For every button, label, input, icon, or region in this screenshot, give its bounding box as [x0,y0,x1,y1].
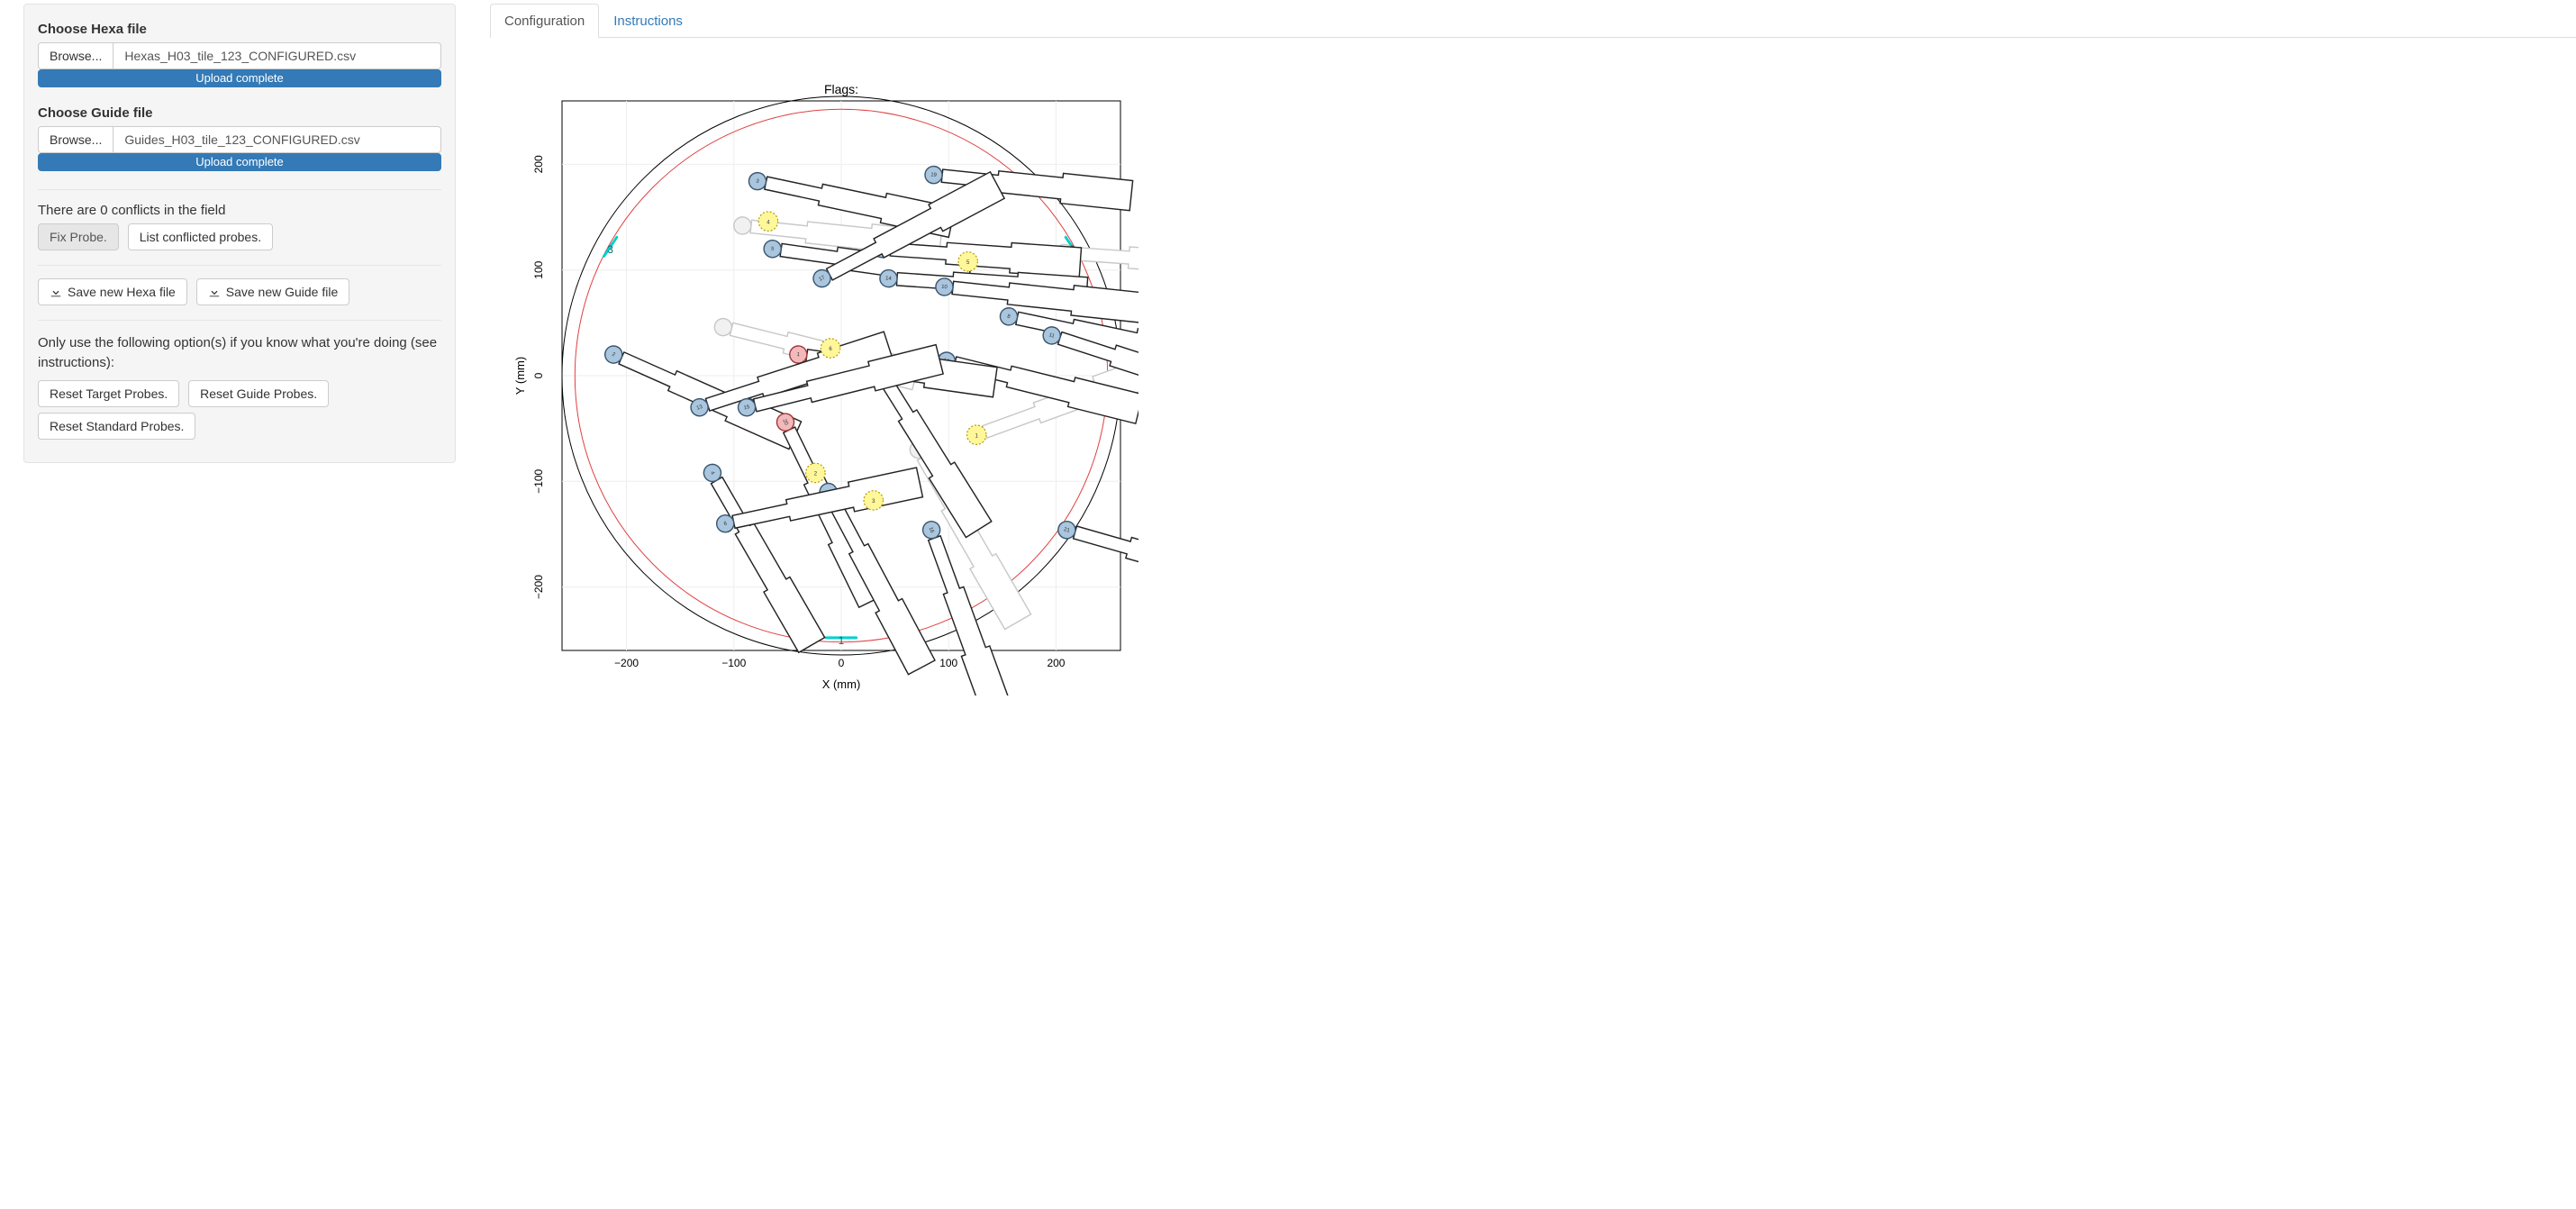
hexa-file-label: Choose Hexa file [38,22,441,37]
svg-text:−100: −100 [532,468,545,493]
svg-text:0: 0 [839,657,845,669]
svg-text:−200: −200 [614,657,639,669]
svg-text:X (mm): X (mm) [822,677,861,691]
save-hexa-button[interactable]: Save new Hexa file [38,278,187,305]
hexa-filename: Hexas_H03_tile_123_CONFIGURED.csv [113,42,441,69]
reset-standard-button[interactable]: Reset Standard Probes. [38,413,195,440]
svg-text:−100: −100 [721,657,746,669]
tab-bar: Configuration Instructions [490,4,2576,38]
hexa-progress: Upload complete [38,69,441,87]
svg-text:0: 0 [532,372,545,378]
hexa-progress-text: Upload complete [38,69,441,87]
svg-text:14: 14 [885,276,893,281]
guide-file-label: Choose Guide file [38,105,441,121]
save-hexa-label: Save new Hexa file [68,285,176,299]
svg-text:200: 200 [1047,657,1065,669]
list-conflicted-button[interactable]: List conflicted probes. [128,223,273,250]
svg-text:3: 3 [607,243,613,256]
svg-text:200: 200 [532,155,545,173]
save-guide-label: Save new Guide file [226,285,339,299]
guide-browse-button[interactable]: Browse... [38,126,113,153]
reset-guide-button[interactable]: Reset Guide Probes. [188,380,329,407]
hexa-browse-button[interactable]: Browse... [38,42,113,69]
save-guide-button[interactable]: Save new Guide file [196,278,350,305]
svg-text:1: 1 [839,634,845,647]
svg-text:100: 100 [939,657,957,669]
svg-text:−200: −200 [532,575,545,599]
guide-progress: Upload complete [38,153,441,171]
download-icon [208,286,221,298]
fix-probe-button[interactable]: Fix Probe. [38,223,119,250]
field-plot[interactable]: Flags: −200 −100 0 100 200 −200 −100 0 100 200 X (m… [508,83,2576,695]
reset-target-button[interactable]: Reset Target Probes. [38,380,179,407]
svg-text:Flags:: Flags: [824,83,858,96]
guide-filename: Guides_H03_tile_123_CONFIGURED.csv [113,126,441,153]
svg-text:100: 100 [532,260,545,278]
download-icon [50,286,62,298]
svg-text:Y (mm): Y (mm) [513,357,527,395]
tab-configuration[interactable]: Configuration [490,4,599,38]
conflict-status: There are 0 conflicts in the field [38,203,441,218]
guide-progress-text: Upload complete [38,153,441,171]
tab-instructions[interactable]: Instructions [599,4,697,38]
reset-warning: Only use the following option(s) if you … [38,333,441,373]
